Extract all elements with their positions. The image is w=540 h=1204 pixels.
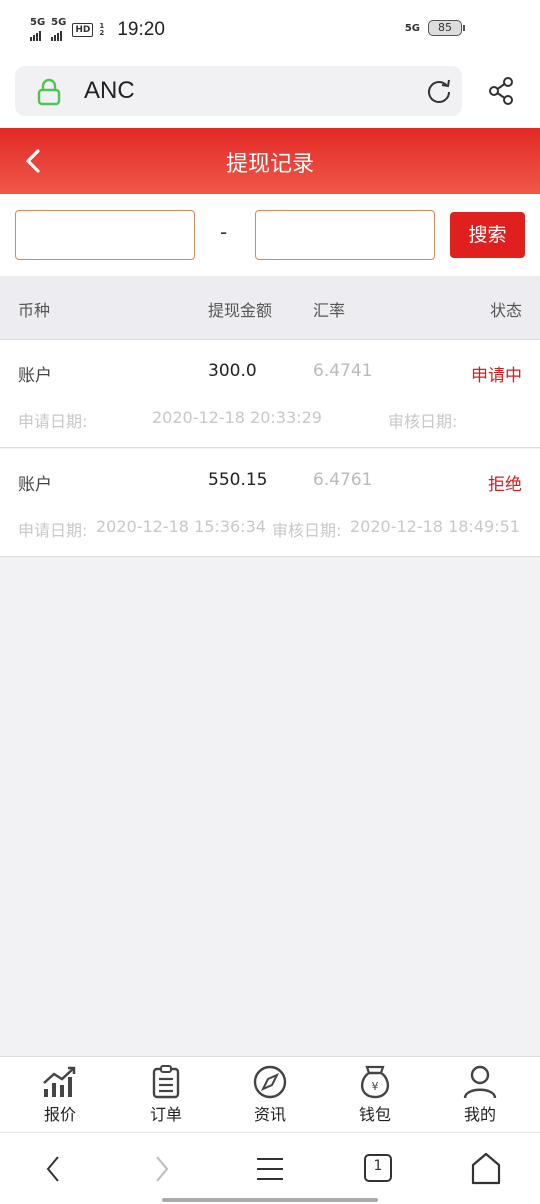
- compass-icon: [253, 1065, 287, 1099]
- tab-orders[interactable]: 订单: [112, 1057, 220, 1133]
- signal-2-label: 5G: [51, 17, 67, 28]
- menu-icon[interactable]: [252, 1151, 288, 1187]
- url-text: ANC: [84, 77, 135, 104]
- network-label: 5G: [404, 22, 420, 34]
- row-currency: 账户: [18, 366, 52, 386]
- row-status: 拒绝: [488, 475, 522, 495]
- table-row[interactable]: 账户 300.0 6.4741 申请中 申请日期: 2020-12-18 20:…: [0, 340, 540, 448]
- status-right: 5G 85: [404, 20, 465, 36]
- row-currency: 账户: [18, 475, 52, 495]
- tab-wallet[interactable]: ¥ 钱包: [321, 1057, 429, 1133]
- date-separator: -: [220, 220, 228, 244]
- table-row[interactable]: 账户 550.15 6.4761 拒绝 申请日期: 2020-12-18 15:…: [0, 449, 540, 557]
- signal-1: 5G: [30, 18, 45, 41]
- tab-count: 1: [373, 1158, 383, 1174]
- date-to-input[interactable]: [255, 210, 435, 260]
- tab-mine[interactable]: 我的: [426, 1057, 534, 1133]
- header-status: 状态: [489, 301, 522, 320]
- row-rate: 6.4761: [313, 470, 373, 490]
- review-date-label: 审核日期:: [388, 412, 458, 431]
- search-button[interactable]: 搜索: [450, 212, 525, 258]
- home-indicator[interactable]: [162, 1198, 378, 1202]
- apply-date: 2020-12-18 15:36:34: [96, 517, 266, 536]
- tab-news-label: 资讯: [253, 1105, 286, 1124]
- apply-date-label: 申请日期:: [18, 412, 88, 431]
- signal-1-label: 5G: [30, 17, 46, 28]
- hd-badge: HD: [72, 22, 94, 37]
- tabs-button[interactable]: 1: [361, 1151, 397, 1187]
- tab-mine-label: 我的: [463, 1105, 496, 1124]
- signal-1-bars-icon: [30, 27, 41, 41]
- row-amount: 550.15: [208, 470, 268, 490]
- tab-quotes[interactable]: 报价: [6, 1057, 114, 1133]
- tab-news[interactable]: 资讯: [216, 1057, 324, 1133]
- money-bag-icon: ¥: [361, 1065, 389, 1099]
- status-left: 5G 5G HD 1 2 19:20: [30, 18, 165, 41]
- row-status: 申请中: [471, 366, 522, 386]
- reload-icon[interactable]: [426, 78, 452, 104]
- header-rate: 汇率: [313, 301, 346, 320]
- review-date-label: 审核日期:: [272, 521, 342, 540]
- user-icon: [463, 1065, 497, 1099]
- share-icon[interactable]: [488, 76, 516, 106]
- header-currency: 币种: [18, 301, 51, 320]
- svg-text:¥: ¥: [372, 1080, 379, 1093]
- search-area: - 搜索: [0, 194, 540, 276]
- apply-date: 2020-12-18 20:33:29: [152, 408, 322, 427]
- home-icon[interactable]: [468, 1151, 504, 1187]
- tab-quotes-label: 报价: [43, 1105, 76, 1124]
- browser-forward-icon[interactable]: [143, 1151, 179, 1187]
- review-date: 2020-12-18 18:49:51: [350, 517, 520, 536]
- address-bar[interactable]: ANC: [15, 66, 462, 116]
- lock-icon: [37, 78, 61, 106]
- browser-nav-bar: 1: [0, 1132, 540, 1204]
- chart-icon: [43, 1066, 76, 1097]
- bottom-tab-bar: 报价 订单 资讯 ¥ 钱包 我的: [0, 1056, 540, 1132]
- header-amount: 提现金额: [208, 301, 273, 320]
- row-amount: 300.0: [208, 361, 257, 381]
- tab-orders-label: 订单: [149, 1105, 182, 1124]
- row-rate: 6.4741: [313, 361, 373, 381]
- date-from-input[interactable]: [15, 210, 195, 260]
- status-bar: 5G 5G HD 1 2 19:20 5G 85: [0, 0, 540, 62]
- signal-2-bars-icon: [51, 27, 63, 41]
- battery-icon: 85: [428, 20, 465, 36]
- page-title: 提现记录: [225, 152, 314, 177]
- page-header: 提现记录: [0, 128, 540, 194]
- clock: 19:20: [117, 18, 165, 40]
- browser-back-icon[interactable]: [36, 1151, 72, 1187]
- browser-toolbar: ANC: [0, 62, 540, 128]
- tab-wallet-label: 钱包: [358, 1105, 391, 1124]
- apply-date-label: 申请日期:: [18, 521, 88, 540]
- signal-2: 5G: [51, 18, 66, 41]
- clipboard-icon: [152, 1065, 180, 1099]
- table-header: 币种 提现金额 汇率 状态: [0, 276, 540, 340]
- hd-sub: 1 2: [99, 21, 105, 37]
